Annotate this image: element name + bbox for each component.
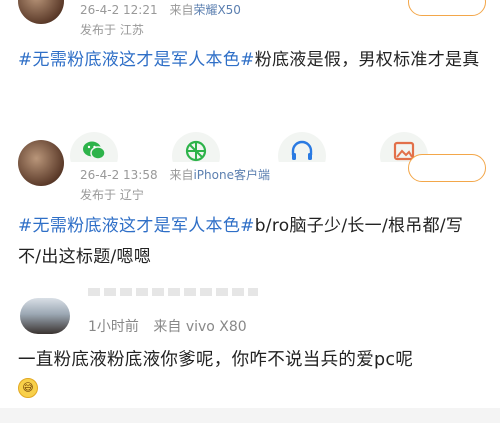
source-prefix: 来自 bbox=[169, 3, 194, 17]
comment-meta: 1小时前 来自 vivo X80 bbox=[88, 316, 247, 336]
follow-button[interactable] bbox=[408, 154, 486, 182]
avatar[interactable] bbox=[18, 0, 64, 24]
post-location: 发布于 辽宁 bbox=[80, 188, 144, 202]
comment-source: 来自 vivo X80 bbox=[153, 319, 247, 335]
hashtag-link[interactable]: #无需粉底液这才是军人本色# bbox=[18, 50, 255, 70]
post-date: 26-4-2 12:21 bbox=[80, 3, 158, 17]
post-2: 26-4-2 13:58 来自iPhone客户端 发布于 辽宁 #无需粉底液这才… bbox=[0, 140, 500, 290]
comment-time: 1小时前 bbox=[88, 319, 139, 335]
post-location: 发布于 江苏 bbox=[80, 23, 144, 37]
truncated-text-line bbox=[88, 288, 258, 296]
post-text: #无需粉底液这才是军人本色#b/ro脑子少/长一/根吊都/写不/出这标题/嗯嗯 bbox=[18, 211, 482, 273]
device-name[interactable]: iPhone客户端 bbox=[193, 168, 270, 182]
commenter-avatar[interactable] bbox=[20, 298, 70, 334]
follow-button[interactable] bbox=[408, 0, 486, 16]
sweat-smile-emoji: 😅 bbox=[18, 378, 38, 398]
hashtag-link[interactable]: #无需粉底液这才是军人本色# bbox=[18, 216, 255, 236]
bottom-divider bbox=[0, 408, 500, 423]
post-meta: 26-4-2 12:21 来自荣耀X50 bbox=[80, 1, 241, 18]
device-name[interactable]: 荣耀X50 bbox=[193, 3, 241, 17]
comment-text: 一直粉底液粉底液你爹呢，你咋不说当兵的爱pc呢 bbox=[18, 350, 414, 370]
post-date: 26-4-2 13:58 bbox=[80, 168, 158, 182]
post-1: 26-4-2 12:21 来自荣耀X50 发布于 江苏 #无需粉底液这才是军人本… bbox=[0, 0, 500, 150]
post-meta: 26-4-2 13:58 来自iPhone客户端 bbox=[80, 166, 270, 183]
avatar[interactable] bbox=[18, 140, 64, 186]
post-body: 粉底液是假，男权标准才是真 bbox=[254, 50, 480, 70]
post-text: #无需粉底液这才是军人本色#粉底液是假，男权标准才是真 bbox=[18, 45, 482, 76]
source-prefix: 来自 bbox=[169, 168, 194, 182]
